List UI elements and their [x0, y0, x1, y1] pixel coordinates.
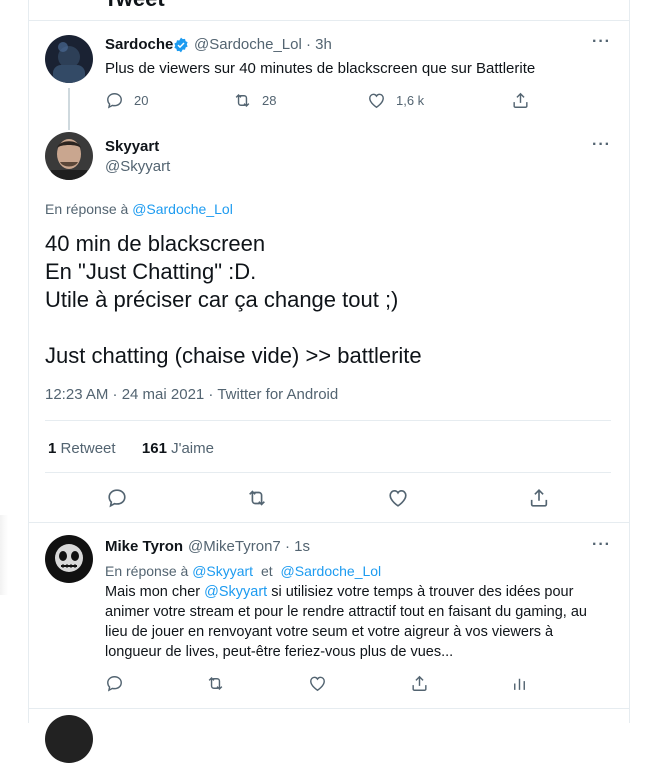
- reply-prefix: En réponse à: [105, 563, 189, 579]
- reply-context: En réponse à @Skyyart et @Sardoche_Lol: [105, 561, 381, 581]
- more-icon[interactable]: ···: [592, 536, 611, 554]
- tweet-line: Utile à préciser car ça change tout ;): [45, 287, 399, 312]
- left-edge: [0, 515, 8, 595]
- share-button[interactable]: [528, 487, 550, 509]
- divider: [28, 20, 629, 21]
- divider: [28, 708, 629, 709]
- author-handle[interactable]: @Sardoche_Lol · 3h: [194, 36, 332, 53]
- author-handle[interactable]: @Skyyart: [105, 158, 170, 175]
- mention-link[interactable]: @Skyyart: [204, 584, 267, 600]
- retweet-button[interactable]: 28: [233, 91, 276, 110]
- tweet-line: [45, 314, 422, 342]
- retweet-button[interactable]: [246, 487, 268, 509]
- thread-line: [68, 88, 70, 130]
- page-title: Tweet: [104, 0, 165, 12]
- author-name[interactable]: Mike Tyron: [105, 538, 183, 555]
- dot-separator: ·: [305, 36, 311, 53]
- timestamp[interactable]: 3h: [315, 36, 332, 53]
- tweet-text: Mais mon cher @Skyyart si utilisiez votr…: [105, 582, 605, 662]
- retweet-icon: [235, 93, 250, 108]
- like-button[interactable]: [387, 487, 409, 509]
- avatar[interactable]: [45, 715, 93, 763]
- author-name[interactable]: Sardoche: [105, 36, 173, 53]
- tweet-line: Just chatting (chaise vide) >> battlerit…: [45, 343, 422, 368]
- author-name[interactable]: Skyyart: [105, 138, 159, 155]
- like-count: 161: [141, 440, 167, 457]
- reply-prefix: En réponse à: [45, 201, 129, 217]
- reply-context: En réponse à @Sardoche_Lol: [45, 199, 233, 219]
- reply-button[interactable]: 20: [105, 91, 148, 110]
- tweet-meta[interactable]: 12:23 AM · 24 mai 2021 · Twitter for And…: [45, 386, 338, 403]
- tweet-text: 40 min de blackscreen En "Just Chatting"…: [45, 230, 422, 370]
- reply-icon: [107, 93, 122, 109]
- divider: [45, 420, 611, 421]
- share-button[interactable]: [511, 91, 530, 110]
- retweet-icon: [249, 490, 265, 506]
- mention-link[interactable]: @Sardoche_Lol: [132, 201, 233, 217]
- verified-badge-icon: [174, 37, 188, 53]
- share-button[interactable]: [410, 674, 429, 693]
- retweet-label: Retweet: [60, 440, 116, 457]
- analytics-icon: [514, 678, 525, 690]
- divider: [28, 522, 629, 523]
- avatar[interactable]: [45, 35, 93, 83]
- timestamp[interactable]: 1s: [294, 538, 310, 555]
- reply-count: 20: [134, 93, 149, 108]
- text-lead: Mais mon cher: [105, 584, 201, 600]
- heart-icon: [389, 490, 407, 507]
- handle-text: @Sardoche_Lol: [194, 36, 302, 53]
- share-icon: [513, 92, 528, 108]
- retweet-stat[interactable]: 1 Retweet: [48, 440, 116, 457]
- handle-text: @MikeTyron7: [188, 538, 281, 555]
- retweet-count: 1: [48, 440, 57, 457]
- like-label: J'aime: [171, 440, 214, 457]
- reply-icon: [108, 489, 126, 508]
- like-stat[interactable]: 161 J'aime: [142, 440, 214, 457]
- like-button[interactable]: 1,6 k: [367, 91, 424, 110]
- heart-icon: [310, 676, 325, 692]
- mention-link[interactable]: @Sardoche_Lol: [281, 563, 382, 579]
- tweet-line: 40 min de blackscreen: [45, 231, 266, 256]
- engagement-stats: 1 Retweet 161 J'aime: [48, 440, 214, 457]
- tweet-text: Plus de viewers sur 40 minutes de blacks…: [105, 60, 536, 77]
- divider: [45, 472, 611, 473]
- author-handle[interactable]: @MikeTyron7 · 1s: [188, 538, 310, 555]
- like-button[interactable]: [308, 674, 327, 693]
- share-icon: [530, 489, 548, 507]
- avatar[interactable]: [45, 535, 93, 583]
- tweet-line: En "Just Chatting" :D.: [45, 259, 257, 284]
- retweet-button[interactable]: [206, 674, 225, 693]
- heart-icon: [369, 93, 384, 109]
- reply-icon: [107, 676, 122, 692]
- more-icon[interactable]: ···: [592, 33, 611, 51]
- retweet-count: 28: [262, 93, 277, 108]
- reply-button[interactable]: [105, 674, 124, 693]
- more-icon[interactable]: ···: [592, 136, 611, 154]
- avatar[interactable]: [45, 132, 93, 180]
- reply-and: et: [260, 563, 273, 579]
- like-count: 1,6 k: [396, 93, 425, 108]
- dot-separator: ·: [284, 538, 290, 555]
- share-icon: [412, 675, 427, 691]
- analytics-button[interactable]: [510, 674, 529, 693]
- reply-button[interactable]: [106, 487, 128, 509]
- retweet-icon: [208, 676, 223, 691]
- mention-link[interactable]: @Skyyart: [192, 563, 253, 579]
